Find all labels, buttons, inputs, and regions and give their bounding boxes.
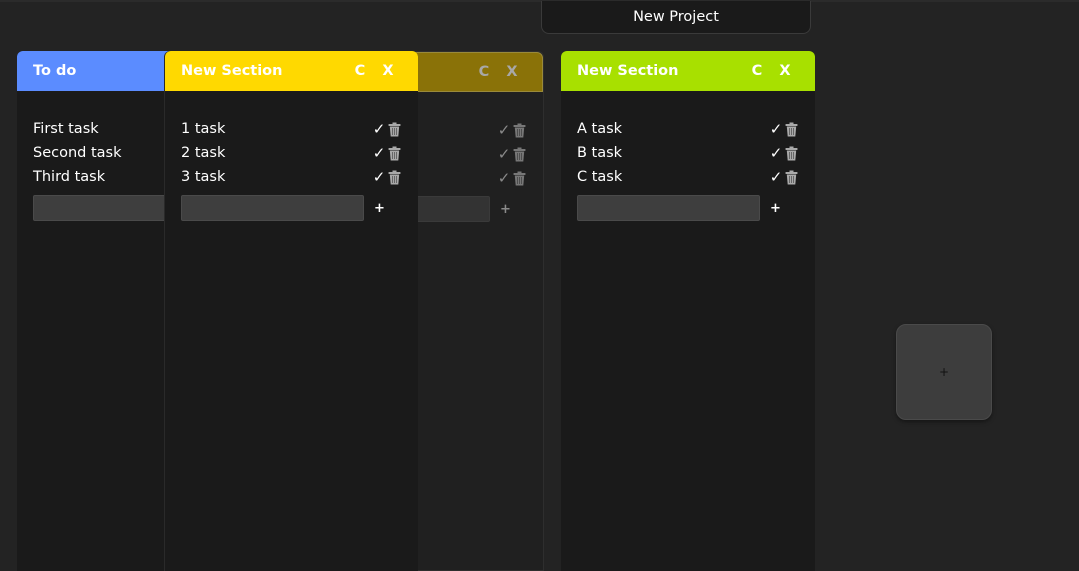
clear-button[interactable]: C <box>346 63 374 79</box>
task-label: 2 task <box>181 145 226 161</box>
column-header[interactable]: New Section C X <box>561 51 815 91</box>
task-label: C task <box>577 169 623 185</box>
trash-icon[interactable] <box>511 171 527 186</box>
project-title[interactable]: New Project <box>541 1 811 34</box>
task-label: 3 task <box>181 169 226 185</box>
new-task-input[interactable] <box>577 195 760 221</box>
task-item[interactable]: A task ✓ <box>577 117 799 141</box>
check-icon[interactable]: ✓ <box>769 144 783 162</box>
trash-icon[interactable] <box>386 146 402 161</box>
column-title: New Section <box>181 63 283 79</box>
check-icon[interactable]: ✓ <box>497 121 511 139</box>
add-task-button[interactable]: + <box>374 201 385 216</box>
close-button[interactable]: X <box>771 63 799 79</box>
trash-icon[interactable] <box>783 170 799 185</box>
task-item[interactable]: 1 task ✓ <box>181 117 402 141</box>
top-bar <box>0 0 1079 2</box>
check-icon[interactable]: ✓ <box>769 120 783 138</box>
task-item[interactable]: 3 task ✓ <box>181 165 402 189</box>
task-list: 1 task ✓ 2 task ✓ 3 task ✓ <box>181 117 402 189</box>
add-task-button[interactable]: + <box>500 202 511 217</box>
check-icon[interactable]: ✓ <box>497 169 511 187</box>
check-icon[interactable]: ✓ <box>372 144 386 162</box>
task-item[interactable]: C task ✓ <box>577 165 799 189</box>
trash-icon[interactable] <box>783 122 799 137</box>
task-item[interactable]: B task ✓ <box>577 141 799 165</box>
check-icon[interactable]: ✓ <box>372 168 386 186</box>
task-list: A task ✓ B task ✓ C task ✓ <box>577 117 799 189</box>
task-label: B task <box>577 145 623 161</box>
trash-icon[interactable] <box>386 170 402 185</box>
trash-icon[interactable] <box>511 123 527 138</box>
clear-button[interactable]: C <box>470 64 498 80</box>
add-task-row: + <box>181 195 385 221</box>
new-task-input[interactable] <box>181 195 364 221</box>
trash-icon[interactable] <box>511 147 527 162</box>
task-item[interactable]: 2 task ✓ <box>181 141 402 165</box>
close-button[interactable]: X <box>374 63 402 79</box>
check-icon[interactable]: ✓ <box>769 168 783 186</box>
column-section-yellow: New Section C X 1 task ✓ 2 task ✓ 3 task… <box>164 51 418 571</box>
column-header[interactable]: New Section C X <box>165 51 418 91</box>
trash-icon[interactable] <box>386 122 402 137</box>
task-label: 1 task <box>181 121 226 137</box>
check-icon[interactable]: ✓ <box>497 145 511 163</box>
trash-icon[interactable] <box>783 146 799 161</box>
column-section-green: New Section C X A task ✓ B task ✓ C task… <box>561 51 815 571</box>
check-icon[interactable]: ✓ <box>372 120 386 138</box>
add-section-button[interactable]: + <box>896 324 992 420</box>
add-task-button[interactable]: + <box>770 201 781 216</box>
column-title: New Section <box>577 63 679 79</box>
task-label: A task <box>577 121 623 137</box>
clear-button[interactable]: C <box>743 63 771 79</box>
close-button[interactable]: X <box>498 64 526 80</box>
add-task-row: + <box>577 195 781 221</box>
